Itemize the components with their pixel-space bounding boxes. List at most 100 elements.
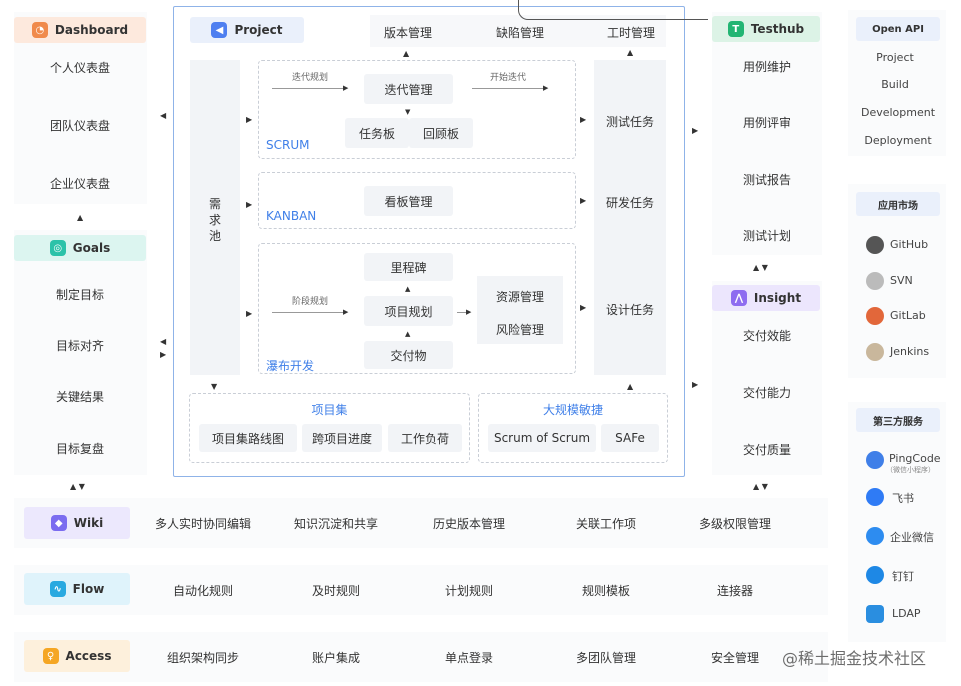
wiki-item[interactable]: 历史版本管理 [409, 515, 529, 532]
goals-badge[interactable]: ◎ Goals [14, 235, 146, 261]
dashboard-item[interactable]: 企业仪表盘 [14, 175, 146, 192]
github-icon [866, 236, 884, 254]
flow-title: Flow [72, 582, 105, 596]
wecom-icon [866, 527, 884, 545]
market-item[interactable]: SVN [890, 274, 913, 287]
openapi-item[interactable]: Deployment [848, 134, 948, 147]
wiki-item[interactable]: 知识沉淀和共享 [276, 515, 396, 532]
safe[interactable]: SAFe [601, 424, 659, 452]
kanban-management[interactable]: 看板管理 [364, 186, 453, 216]
milestone[interactable]: 里程碑 [364, 253, 453, 281]
wiki-item[interactable]: 多级权限管理 [675, 515, 795, 532]
task-board[interactable]: 任务板 [345, 118, 409, 148]
dashboard-item[interactable]: 个人仪表盘 [14, 59, 146, 76]
right-arrow-icon: ▶ [466, 308, 472, 316]
goals-item[interactable]: 目标对齐 [14, 337, 146, 354]
workload[interactable]: 工作负荷 [388, 424, 462, 452]
testhub-item[interactable]: 用例评审 [712, 114, 822, 131]
task-column [594, 60, 666, 375]
wiki-item[interactable]: 多人实时协同编辑 [143, 515, 263, 532]
market-badge[interactable]: 应用市场 [856, 192, 940, 216]
insight-badge[interactable]: ⋀ Insight [712, 285, 820, 311]
openapi-badge[interactable]: Open API [856, 17, 940, 41]
portfolio-label: 项目集 [311, 403, 348, 417]
market-item[interactable]: GitHub [890, 238, 928, 251]
insight-item[interactable]: 交付能力 [712, 384, 822, 401]
right-arrow-icon: ▶ [246, 200, 253, 209]
up-arrow-icon: ▲ [627, 48, 634, 57]
right-arrow-icon: ▶ [343, 84, 349, 92]
testhub-item[interactable]: 测试报告 [712, 171, 822, 188]
openapi-item[interactable]: Build [848, 78, 942, 91]
openapi-item[interactable]: Project [848, 51, 942, 64]
flow-item[interactable]: 及时规则 [276, 582, 396, 599]
testhub-item[interactable]: 测试计划 [712, 227, 822, 244]
up-down-arrow-icon: ▲ ▼ [753, 263, 768, 272]
resource-management[interactable]: 资源管理 [477, 288, 563, 305]
goals-item[interactable]: 关键结果 [14, 388, 146, 405]
design-task[interactable]: 设计任务 [594, 301, 666, 318]
flow-item[interactable]: 计划规则 [409, 582, 529, 599]
thirdparty-item[interactable]: LDAP [892, 607, 921, 620]
insight-item[interactable]: 交付质量 [712, 441, 822, 458]
access-item[interactable]: 单点登录 [409, 649, 529, 666]
access-badge[interactable]: ♀ Access [24, 640, 130, 672]
right-arrow-icon: ▶ [246, 309, 253, 318]
wiki-item[interactable]: 关联工作项 [546, 515, 666, 532]
thirdparty-badge[interactable]: 第三方服务 [856, 408, 940, 432]
defect-management[interactable]: 缺陷管理 [482, 24, 558, 41]
cross-project-progress[interactable]: 跨项目进度 [302, 424, 382, 452]
up-arrow-icon: ▲ [627, 382, 634, 391]
right-arrow-icon: ▶ [543, 84, 549, 92]
access-item[interactable]: 账户集成 [276, 649, 396, 666]
goals-item[interactable]: 目标复盘 [14, 440, 146, 457]
project-icon: ◀ [211, 22, 228, 38]
right-arrow-icon: ▶ [246, 115, 253, 124]
portfolio-roadmap[interactable]: 项目集路线图 [199, 424, 297, 452]
right-arrow-icon: ▶ [692, 126, 699, 135]
testhub-panel [712, 12, 822, 255]
up-arrow-icon: ▲ [405, 285, 411, 293]
flow-item[interactable]: 连接器 [675, 582, 795, 599]
scrum-of-scrum[interactable]: Scrum of Scrum [488, 424, 596, 452]
project-title: Project [234, 23, 283, 37]
test-task[interactable]: 测试任务 [594, 113, 666, 130]
dashboard-badge[interactable]: ◔ Dashboard [14, 17, 146, 43]
iteration-management[interactable]: 迭代管理 [364, 74, 453, 104]
market-item[interactable]: GitLab [890, 309, 926, 322]
version-management[interactable]: 版本管理 [370, 24, 446, 41]
thirdparty-item[interactable]: 钉钉 [892, 568, 914, 584]
thirdparty-item[interactable]: 飞书 [892, 490, 914, 506]
arrow-line [272, 88, 346, 89]
access-item[interactable]: 组织架构同步 [143, 649, 263, 666]
project-planning[interactable]: 项目规划 [364, 296, 453, 326]
goals-item[interactable]: 制定目标 [14, 286, 146, 303]
retro-board[interactable]: 回顾板 [409, 118, 473, 148]
svn-icon [866, 272, 884, 290]
access-item[interactable]: 多团队管理 [546, 649, 666, 666]
deliverable[interactable]: 交付物 [364, 341, 453, 369]
dashboard-item[interactable]: 团队仪表盘 [14, 117, 146, 134]
project-badge[interactable]: ◀ Project [190, 17, 304, 43]
right-arrow-icon: ▶ [343, 308, 349, 316]
testhub-badge[interactable]: T Testhub [712, 16, 820, 42]
wiki-badge[interactable]: ◆ Wiki [24, 507, 130, 539]
timesheet-management[interactable]: 工时管理 [593, 24, 669, 41]
market-item[interactable]: Jenkins [890, 345, 929, 358]
access-item[interactable]: 安全管理 [675, 649, 795, 666]
risk-management[interactable]: 风险管理 [477, 321, 563, 338]
feishu-icon [866, 488, 884, 506]
testhub-item[interactable]: 用例维护 [712, 58, 822, 75]
left-arrow-icon: ◀ [160, 337, 167, 346]
insight-item[interactable]: 交付效能 [712, 327, 822, 344]
defect-connector-line [518, 0, 708, 20]
dev-task[interactable]: 研发任务 [594, 194, 666, 211]
flow-item[interactable]: 规则模板 [546, 582, 666, 599]
openapi-item[interactable]: Development [848, 106, 948, 119]
thirdparty-item[interactable]: 企业微信 [890, 529, 934, 545]
up-down-arrow-icon: ▲ ▼ [753, 482, 768, 491]
arrow-line [272, 312, 346, 313]
thirdparty-item[interactable]: PingCode [889, 452, 941, 465]
flow-item[interactable]: 自动化规则 [143, 582, 263, 599]
flow-badge[interactable]: ∿ Flow [24, 573, 130, 605]
